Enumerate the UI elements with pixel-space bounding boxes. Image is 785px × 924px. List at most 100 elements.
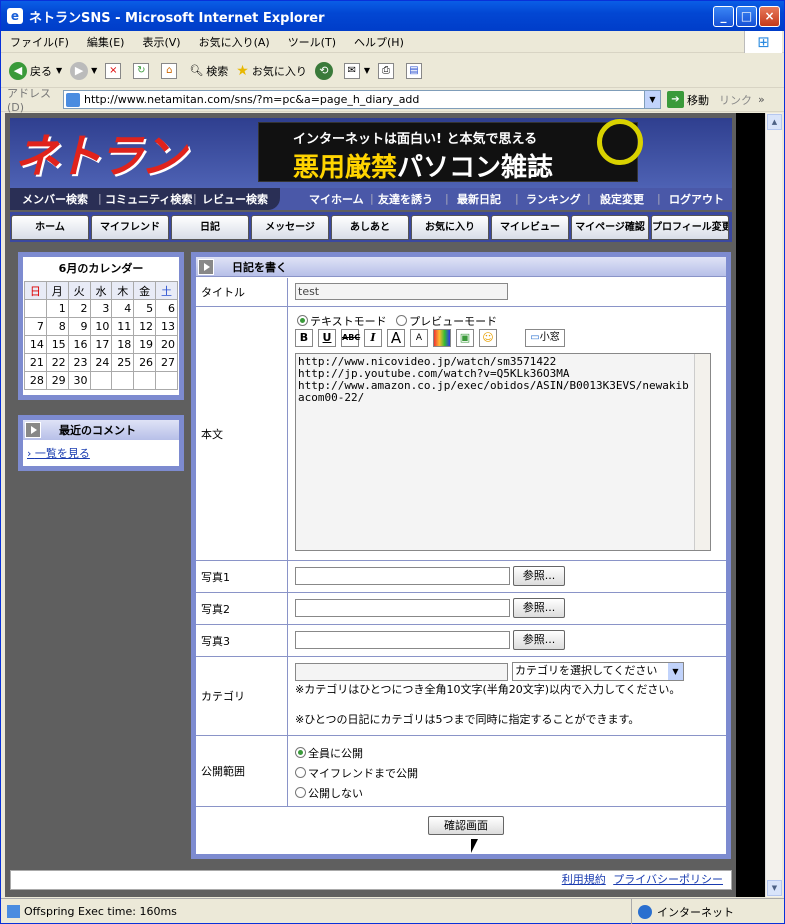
italic-button[interactable]: I bbox=[364, 329, 382, 347]
tab-mypage-check[interactable]: マイページ確認 bbox=[571, 215, 649, 240]
nav-ranking[interactable]: ランキング bbox=[526, 191, 581, 207]
back-button[interactable]: ◀ 戻る ▼ bbox=[9, 61, 62, 80]
font-large-button[interactable]: A bbox=[387, 329, 405, 347]
tab-favorites[interactable]: お気に入り bbox=[411, 215, 489, 240]
color-button[interactable] bbox=[433, 329, 451, 347]
back-arrow-icon: ◀ bbox=[9, 61, 27, 80]
calendar-day: 20 bbox=[155, 335, 178, 354]
nav-my-home[interactable]: マイホーム bbox=[309, 191, 364, 207]
scope-none-radio[interactable]: 公開しない bbox=[295, 785, 363, 801]
tab-footprints[interactable]: あしあと bbox=[331, 215, 409, 240]
scope-friends-radio[interactable]: マイフレンドまで公開 bbox=[295, 765, 418, 781]
home-button[interactable]: ⌂ bbox=[161, 62, 181, 79]
strikethrough-button[interactable]: ABC bbox=[341, 329, 360, 347]
confirm-button[interactable]: 確認画面 bbox=[428, 816, 504, 835]
body-textarea[interactable]: http://www.nicovideo.jp/watch/sm3571422 … bbox=[295, 353, 711, 551]
nav-logout[interactable]: ログアウト bbox=[669, 191, 724, 207]
minimize-button[interactable]: _ bbox=[713, 6, 734, 27]
stop-button[interactable]: × bbox=[105, 62, 125, 79]
small-window-button[interactable]: ▭小窓 bbox=[525, 329, 565, 347]
photo2-input[interactable] bbox=[295, 599, 510, 617]
zone-indicator: インターネット bbox=[631, 899, 734, 924]
emoji-button[interactable]: ☺ bbox=[479, 329, 497, 347]
nav-review-search[interactable]: レビュー検索 bbox=[202, 191, 268, 207]
scope-all-radio[interactable]: 全員に公開 bbox=[295, 745, 363, 761]
tab-profile-edit[interactable]: プロフィール変更 bbox=[651, 215, 729, 240]
calendar-title: 6月のカレンダー bbox=[58, 262, 144, 275]
textarea-scrollbar[interactable] bbox=[694, 354, 710, 550]
calendar-day: 8 bbox=[45, 317, 69, 336]
privacy-link[interactable]: プライバシーポリシー bbox=[613, 873, 723, 886]
chevron-right-icon[interactable]: » bbox=[758, 93, 765, 106]
calendar-day: 21 bbox=[24, 353, 47, 372]
calendar-day: 3 bbox=[89, 299, 113, 318]
nav-invite[interactable]: 友達を誘う bbox=[378, 191, 433, 207]
photo1-browse-button[interactable]: 参照... bbox=[513, 566, 565, 586]
nav-community-search[interactable]: コミュニティ検索 bbox=[105, 191, 192, 207]
scroll-up-icon[interactable]: ▲ bbox=[767, 114, 782, 130]
nav-latest-diary[interactable]: 最新日記 bbox=[457, 191, 501, 207]
calendar-day: 29 bbox=[45, 371, 69, 390]
chevron-down-icon[interactable]: ▼ bbox=[644, 91, 660, 108]
category-select[interactable]: カテゴリを選択してください ▼ bbox=[512, 662, 684, 681]
favorites-button[interactable]: ★ お気に入り bbox=[236, 63, 307, 79]
stop-icon: × bbox=[105, 62, 122, 79]
address-input[interactable]: http://www.netamitan.com/sns/?m=pc&a=pag… bbox=[63, 90, 661, 109]
chevron-down-icon: ▼ bbox=[668, 663, 683, 680]
radio-checked-icon bbox=[295, 747, 306, 758]
title-input[interactable]: test bbox=[295, 283, 508, 300]
global-nav: メンバー検索 | コミュニティ検索 | レビュー検索 マイホーム | 友達を誘う… bbox=[10, 188, 732, 210]
star-icon: ★ bbox=[236, 62, 249, 79]
category-note-2: ※ひとつの日記にカテゴリは5つまで同時に指定することができます。 bbox=[295, 713, 640, 726]
forward-button[interactable]: ▶ ▼ bbox=[70, 61, 97, 80]
menu-view[interactable]: 表示(V) bbox=[133, 34, 189, 50]
history-button[interactable]: ⟲ bbox=[314, 61, 336, 80]
calendar-grid: 日 月 火 水 木 金 土 1 2 3 4 5 6 7 8 9 10 11 12… bbox=[24, 281, 178, 390]
photo2-browse-button[interactable]: 参照... bbox=[513, 598, 565, 618]
menu-edit[interactable]: 編集(E) bbox=[78, 34, 134, 50]
tab-home[interactable]: ホーム bbox=[11, 215, 89, 240]
radio-icon bbox=[295, 767, 306, 778]
links-button[interactable]: リンク bbox=[719, 92, 752, 108]
print-button[interactable]: ⎙ bbox=[378, 62, 398, 79]
underline-button[interactable]: U bbox=[318, 329, 336, 347]
menu-favorites[interactable]: お気に入り(A) bbox=[190, 34, 279, 50]
menu-help[interactable]: ヘルプ(H) bbox=[345, 34, 413, 50]
tab-my-friends[interactable]: マイフレンド bbox=[91, 215, 169, 240]
page-icon bbox=[7, 904, 20, 918]
menu-tools[interactable]: ツール(T) bbox=[279, 34, 345, 50]
category-input[interactable] bbox=[295, 663, 508, 681]
page-scrollbar[interactable]: ▲ ▼ bbox=[765, 113, 782, 897]
search-button[interactable]: 🔍︎ 検索 bbox=[189, 63, 228, 79]
close-button[interactable]: × bbox=[759, 6, 780, 27]
mail-button[interactable]: ✉ ▼ bbox=[343, 62, 370, 79]
refresh-button[interactable]: ↻ bbox=[133, 62, 153, 79]
view-all-link[interactable]: › 一覧を見る bbox=[27, 445, 179, 461]
address-label: アドレス(D) bbox=[7, 87, 51, 114]
bold-button[interactable]: B bbox=[295, 329, 313, 347]
category-label: カテゴリ bbox=[196, 657, 288, 735]
photo3-input[interactable] bbox=[295, 631, 510, 649]
preview-mode-radio[interactable]: プレビューモード bbox=[396, 315, 497, 328]
scroll-down-icon[interactable]: ▼ bbox=[767, 880, 782, 896]
photo3-browse-button[interactable]: 参照... bbox=[513, 630, 565, 650]
font-small-button[interactable]: A bbox=[410, 329, 428, 347]
status-text: Offspring Exec time: 160ms bbox=[24, 904, 177, 918]
edit-button[interactable]: ▤ bbox=[406, 62, 426, 79]
tab-my-reviews[interactable]: マイレビュー bbox=[491, 215, 569, 240]
nav-settings[interactable]: 設定変更 bbox=[600, 191, 644, 207]
terms-link[interactable]: 利用規約 bbox=[562, 873, 606, 886]
photo1-input[interactable] bbox=[295, 567, 510, 585]
tab-messages[interactable]: メッセージ bbox=[251, 215, 329, 240]
ad-banner[interactable]: インターネットは面白い! と本気で思える 悪用厳禁パソコン雑誌 bbox=[258, 119, 643, 183]
menu-file[interactable]: ファイル(F) bbox=[1, 34, 78, 50]
calendar-day: 16 bbox=[67, 335, 91, 354]
go-button[interactable]: ➔ 移動 bbox=[667, 91, 709, 108]
site-logo[interactable]: ネトラン bbox=[14, 120, 186, 186]
maximize-button[interactable]: □ bbox=[736, 6, 757, 27]
text-mode-radio[interactable]: テキストモード bbox=[297, 315, 387, 328]
recent-comments-panel: 最近のコメント › 一覧を見る bbox=[18, 415, 184, 471]
nav-member-search[interactable]: メンバー検索 bbox=[22, 191, 88, 207]
image-button[interactable]: ▣ bbox=[456, 329, 474, 347]
tab-diary[interactable]: 日記 bbox=[171, 215, 249, 240]
